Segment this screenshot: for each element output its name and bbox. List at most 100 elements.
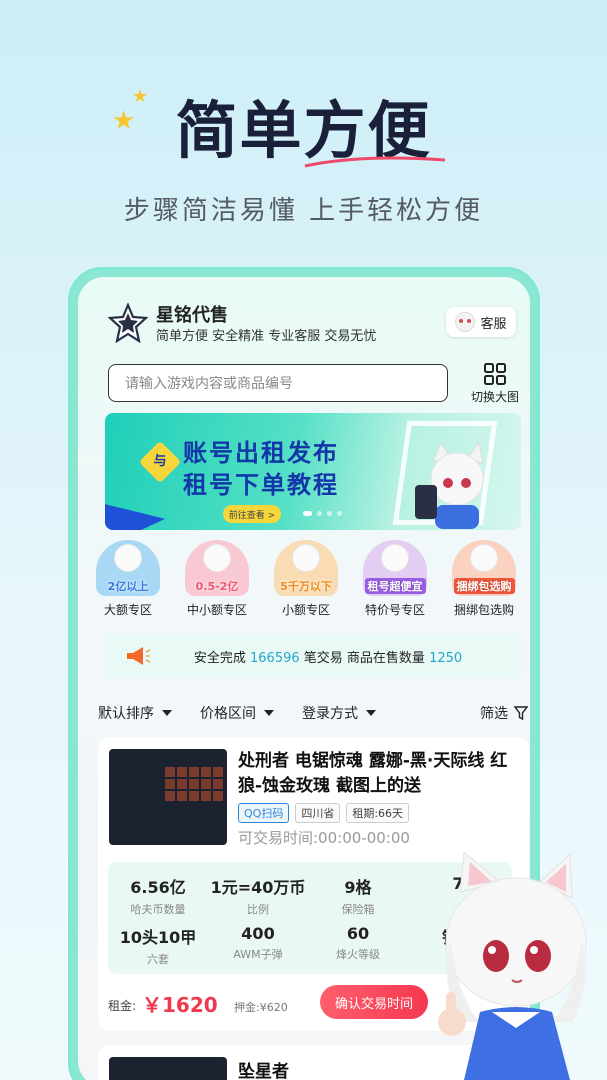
category-tag: 5千万以下 (280, 580, 332, 593)
customer-service-button[interactable]: 客服 (446, 307, 516, 337)
spec-cell: 60 烽火等级 (308, 924, 408, 962)
spec-value: 60 (346, 924, 370, 943)
category-image: 2亿以上 (96, 540, 160, 596)
trade-stats-text: 安全完成 166596 笔交易 商品在售数量 1250 (105, 647, 521, 666)
category-item-special[interactable]: 租号超便宜 特价号专区 (353, 540, 437, 618)
filter-button[interactable]: 筛选 (480, 703, 528, 723)
category-label: 特价号专区 (364, 603, 425, 617)
category-image: 5千万以下 (274, 540, 338, 596)
price-range-label: 价格区间 (200, 706, 256, 722)
spec-value: 400 (241, 924, 275, 943)
listing-title: 处刑者 电锯惊魂 露娜-黑·天际线 红狼-蚀金玫瑰 截图上的送 (238, 751, 508, 796)
inventory-grid-image (165, 767, 223, 801)
view-toggle-button[interactable]: 切换大图 (466, 363, 524, 405)
category-tag: 捆绑包选购 (453, 578, 515, 594)
category-image: 租号超便宜 (363, 540, 427, 596)
app-logo-icon (108, 303, 148, 343)
tag-login-method: QQ扫码 (238, 803, 290, 823)
spec-value: 9格 (344, 878, 372, 897)
tag-rent-period: 租期:66天 (346, 803, 410, 823)
filter-bar: 默认排序 价格区间 登录方式 筛选 (98, 703, 528, 723)
mascot-face-icon (114, 544, 142, 572)
spec-cell: 10头10甲六套 (108, 924, 208, 967)
trade-time: 可交易时间:00:00-00:00 (238, 829, 410, 847)
app-slogan: 简单方便 安全精准 专业客服 交易无忧 (156, 329, 377, 344)
caret-down-icon (162, 710, 172, 716)
listing-tags: QQ扫码 四川省 租期:66天 (238, 803, 410, 823)
hero-subhead: 步骤简洁易懂 上手轻松方便 (123, 196, 484, 226)
category-label: 大额专区 (103, 603, 152, 617)
carousel-dot[interactable] (327, 511, 332, 516)
category-item-small[interactable]: 5千万以下 小额专区 (264, 540, 348, 618)
caret-down-icon (264, 710, 274, 716)
banner-title-line1: 账号出租发布 (183, 439, 339, 467)
spec-key: 烽火等级 (336, 948, 380, 961)
spec-key: 哈夫币数量 (130, 903, 186, 916)
spec-cell: 6.56亿哈夫币数量 (108, 874, 208, 917)
sort-label: 默认排序 (98, 706, 154, 722)
search-input[interactable]: 请输入游戏内容或商品编号 (108, 364, 448, 402)
spec-key: 六套 (147, 953, 169, 966)
cs-label: 客服 (480, 316, 507, 332)
banner-badge-icon: 与 (138, 440, 182, 484)
listing-thumbnail (109, 1057, 227, 1080)
stats-trade-count: 166596 (250, 650, 300, 666)
cs-avatar-icon (455, 312, 476, 332)
mascot-face-icon (203, 544, 231, 572)
promo-banner[interactable]: 与 账号出租发布 租号下单教程 前往查看 > (105, 413, 521, 530)
spec-value: 1元=40万币 (210, 878, 306, 897)
spec-key: 保险箱 (341, 903, 375, 916)
mascot-character-image (438, 852, 587, 1080)
category-label: 中小额专区 (186, 603, 247, 617)
headline-swoosh-decoration (304, 156, 446, 168)
banner-mascot-image (415, 443, 484, 529)
category-label: 小额专区 (281, 603, 330, 617)
rent-label: 租金: (108, 999, 137, 1013)
spec-cell: 1元=40万币比例 (208, 874, 308, 917)
listing-title: 坠星者 (238, 1062, 289, 1080)
mascot-face-icon (470, 544, 498, 572)
filter-label: 筛选 (480, 706, 508, 722)
category-item-bundle[interactable]: 捆绑包选购 捆绑包选购 (442, 540, 526, 618)
spec-cell: 9格保险箱 (308, 874, 408, 917)
spec-value: 6.56亿 (130, 878, 186, 897)
carousel-dot[interactable] (317, 511, 322, 516)
trade-stats-bar: 安全完成 166596 笔交易 商品在售数量 1250 (105, 634, 521, 678)
price-range-dropdown[interactable]: 价格区间 (200, 703, 274, 723)
stats-prefix: 安全完成 (193, 650, 246, 666)
spec-value: 10头10甲 (119, 928, 197, 947)
spec-cell: 400 AWM子弹 (208, 924, 308, 962)
caret-down-icon (366, 710, 376, 716)
spec-key: AWM子弹 (233, 948, 283, 961)
mascot-face-icon (292, 544, 320, 572)
carousel-dot-active[interactable] (303, 511, 312, 516)
carousel-dots (303, 511, 342, 516)
banner-title-line2: 租号下单教程 (183, 471, 339, 499)
tag-region: 四川省 (295, 803, 341, 823)
login-method-dropdown[interactable]: 登录方式 (302, 703, 376, 723)
listing-thumbnail (109, 749, 227, 845)
category-tag: 2亿以上 (107, 580, 149, 593)
login-method-label: 登录方式 (302, 706, 358, 722)
sort-dropdown[interactable]: 默认排序 (98, 703, 172, 723)
confirm-trade-time-button[interactable]: 确认交易时间 (320, 985, 428, 1019)
deposit-amount: 押金:¥620 (234, 1001, 288, 1014)
megaphone-icon (127, 647, 151, 665)
grid-icon (484, 363, 506, 385)
carousel-dot[interactable] (337, 511, 342, 516)
category-label: 捆绑包选购 (453, 603, 514, 617)
banner-cta-button[interactable]: 前往查看 > (223, 505, 281, 523)
category-image: 捆绑包选购 (452, 540, 516, 596)
mascot-face-icon (381, 544, 409, 572)
category-item-large[interactable]: 2亿以上 大额专区 (86, 540, 170, 618)
stats-middle: 笔交易 商品在售数量 (303, 650, 425, 666)
bolt-decoration (105, 504, 165, 530)
category-tag: 租号超便宜 (364, 578, 426, 594)
category-item-medium[interactable]: 0.5-2亿 中小额专区 (175, 540, 259, 618)
view-toggle-label: 切换大图 (470, 390, 519, 404)
spec-key: 比例 (247, 903, 269, 916)
app-name: 星铭代售 (156, 305, 228, 326)
funnel-icon (514, 706, 528, 720)
rent-price: ￥1620 (142, 993, 218, 1017)
category-image: 0.5-2亿 (185, 540, 249, 596)
